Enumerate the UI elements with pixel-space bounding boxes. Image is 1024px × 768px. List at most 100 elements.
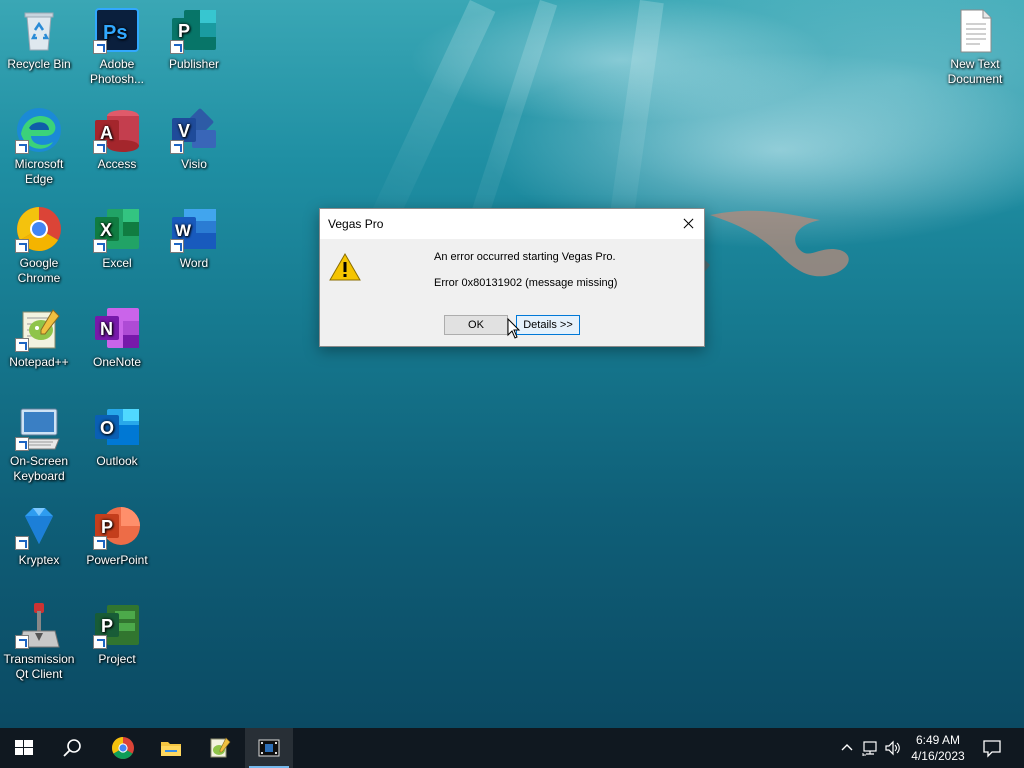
desktop: Recycle Bin Microsoft Edge Google Chrome… bbox=[0, 0, 1024, 728]
icon-label: Project bbox=[98, 652, 136, 666]
onenote-icon: N bbox=[93, 304, 141, 352]
start-button[interactable] bbox=[0, 728, 48, 768]
vegas-pro-icon bbox=[258, 739, 280, 757]
desktop-icon-onenote[interactable]: N OneNote bbox=[78, 298, 156, 370]
svg-text:N: N bbox=[100, 319, 113, 339]
shortcut-arrow-icon bbox=[93, 40, 107, 54]
icon-label: Notepad++ bbox=[9, 355, 69, 369]
visio-icon: V bbox=[170, 106, 218, 154]
icon-label: Transmission Qt Client bbox=[3, 652, 75, 681]
icon-label: OneNote bbox=[92, 355, 142, 369]
desktop-icon-recycle-bin[interactable]: Recycle Bin bbox=[0, 0, 78, 72]
close-icon[interactable] bbox=[672, 209, 704, 239]
taskbar-file-explorer[interactable] bbox=[147, 728, 195, 768]
shortcut-arrow-icon bbox=[15, 635, 29, 649]
svg-text:W: W bbox=[175, 221, 192, 240]
icon-label: Word bbox=[179, 256, 209, 270]
error-code: Error 0x80131902 (message missing) bbox=[434, 277, 618, 289]
taskbar-clock[interactable]: 6:49 AM 4/16/2023 bbox=[904, 732, 972, 764]
edge-icon bbox=[15, 106, 63, 154]
taskbar-chrome[interactable] bbox=[99, 728, 147, 768]
shortcut-arrow-icon bbox=[15, 239, 29, 253]
shortcut-arrow-icon bbox=[93, 536, 107, 550]
desktop-icon-visio[interactable]: V Visio bbox=[155, 100, 233, 172]
icon-label: Excel bbox=[102, 256, 132, 270]
svg-text:P: P bbox=[178, 21, 190, 41]
shortcut-arrow-icon bbox=[93, 635, 107, 649]
shortcut-arrow-icon bbox=[170, 140, 184, 154]
warning-icon bbox=[329, 252, 361, 281]
desktop-icon-microsoft-edge[interactable]: Microsoft Edge bbox=[0, 100, 78, 187]
svg-text:V: V bbox=[178, 121, 190, 141]
network-icon[interactable] bbox=[862, 739, 880, 757]
ok-button[interactable]: OK bbox=[444, 315, 508, 335]
excel-icon: X bbox=[93, 205, 141, 253]
details-button[interactable]: Details >> bbox=[516, 315, 580, 335]
icon-label: Adobe Photosh... bbox=[89, 57, 145, 86]
icon-label: New Text Document bbox=[947, 57, 1003, 86]
shortcut-arrow-icon bbox=[93, 239, 107, 253]
shortcut-arrow-icon bbox=[15, 338, 29, 352]
chrome-icon bbox=[112, 737, 134, 759]
taskbar-vegas-pro[interactable] bbox=[245, 728, 293, 768]
shortcut-arrow-icon bbox=[170, 239, 184, 253]
desktop-icon-google-chrome[interactable]: Google Chrome bbox=[0, 199, 78, 286]
mouse-cursor-icon bbox=[507, 318, 521, 339]
chrome-icon bbox=[15, 205, 63, 253]
outlook-icon: O bbox=[93, 403, 141, 451]
desktop-icon-on-screen-keyboard[interactable]: On-Screen Keyboard bbox=[0, 397, 78, 484]
photoshop-icon: Ps bbox=[93, 6, 141, 54]
keyboard-icon bbox=[15, 403, 63, 451]
kryptex-diamond-icon bbox=[15, 502, 63, 550]
powerpoint-icon: P bbox=[93, 502, 141, 550]
recycle-bin-icon bbox=[15, 6, 63, 54]
icon-label: Microsoft Edge bbox=[14, 157, 64, 186]
desktop-icon-access[interactable]: A Access bbox=[78, 100, 156, 172]
desktop-icon-new-text-document[interactable]: New Text Document bbox=[936, 0, 1014, 87]
dialog-title: Vegas Pro bbox=[328, 217, 384, 231]
word-icon: W bbox=[170, 205, 218, 253]
icon-label: Publisher bbox=[168, 57, 220, 71]
shortcut-arrow-icon bbox=[15, 140, 29, 154]
icon-label: Google Chrome bbox=[17, 256, 61, 285]
desktop-icon-word[interactable]: W Word bbox=[155, 199, 233, 271]
search-icon bbox=[63, 739, 81, 757]
desktop-icon-transmission[interactable]: Transmission Qt Client bbox=[0, 595, 78, 682]
text-document-icon bbox=[951, 6, 999, 54]
mermaid-tail-image bbox=[700, 210, 849, 277]
shortcut-arrow-icon bbox=[15, 437, 29, 451]
desktop-icon-excel[interactable]: X Excel bbox=[78, 199, 156, 271]
desktop-icon-project[interactable]: P Project bbox=[78, 595, 156, 667]
desktop-icon-publisher[interactable]: P Publisher bbox=[155, 0, 233, 72]
taskbar: 6:49 AM 4/16/2023 bbox=[0, 728, 1024, 768]
icon-label: Kryptex bbox=[18, 553, 60, 567]
action-center-icon[interactable] bbox=[982, 738, 1002, 758]
notepad-plus-plus-icon bbox=[15, 304, 63, 352]
publisher-icon: P bbox=[170, 6, 218, 54]
desktop-icon-powerpoint[interactable]: P PowerPoint bbox=[78, 496, 156, 568]
desktop-icon-kryptex[interactable]: Kryptex bbox=[0, 496, 78, 568]
icon-label: Visio bbox=[181, 157, 207, 171]
icon-label: On-Screen Keyboard bbox=[9, 454, 69, 483]
volume-icon[interactable] bbox=[884, 739, 902, 757]
search-button[interactable] bbox=[48, 728, 96, 768]
svg-text:X: X bbox=[100, 220, 112, 240]
chevron-up-icon[interactable] bbox=[838, 739, 856, 757]
svg-text:P: P bbox=[101, 517, 113, 537]
shortcut-arrow-icon bbox=[170, 40, 184, 54]
shortcut-arrow-icon bbox=[93, 140, 107, 154]
taskbar-notepad-plus-plus[interactable] bbox=[196, 728, 244, 768]
desktop-icon-notepad-plus-plus[interactable]: Notepad++ bbox=[0, 298, 78, 370]
clock-date: 4/16/2023 bbox=[911, 749, 965, 763]
icon-label: Outlook bbox=[96, 454, 138, 468]
dialog-titlebar[interactable]: Vegas Pro bbox=[320, 209, 704, 239]
clock-time: 6:49 AM bbox=[915, 733, 961, 747]
svg-text:O: O bbox=[100, 418, 114, 438]
icon-label: Access bbox=[97, 157, 137, 171]
desktop-icon-outlook[interactable]: O Outlook bbox=[78, 397, 156, 469]
transmission-icon bbox=[15, 601, 63, 649]
access-icon: A bbox=[93, 106, 141, 154]
shortcut-arrow-icon bbox=[15, 536, 29, 550]
desktop-icon-adobe-photoshop[interactable]: Ps Adobe Photosh... bbox=[78, 0, 156, 87]
svg-text:P: P bbox=[101, 616, 113, 636]
